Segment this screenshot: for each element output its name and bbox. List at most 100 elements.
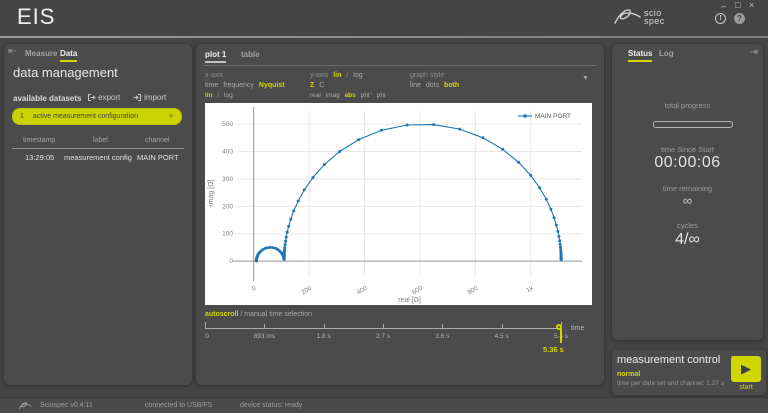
slider-tick <box>383 324 384 329</box>
y-quantity-z[interactable]: Z <box>310 82 314 89</box>
y-component-abs[interactable]: abs <box>345 92 356 99</box>
y-component-phi[interactable]: phi <box>377 92 386 99</box>
measurement-control-panel: measurement control ⋮ normal time per da… <box>612 350 766 395</box>
scale-separator: / <box>217 92 219 99</box>
scale-separator: / <box>346 72 348 79</box>
app-version: Sciospec v0.4.11 <box>40 402 93 409</box>
time-selection-mode: autoscroll / manual time selection <box>205 311 312 318</box>
x-axis-option-time[interactable]: time <box>205 82 218 89</box>
help-icon[interactable]: ? <box>734 13 745 24</box>
sciospec-logo-icon <box>612 5 642 29</box>
measurement-info: time per data set and channel: 1.27 s <box>617 380 724 387</box>
x-axis-option-frequency[interactable]: frequency <box>223 82 254 89</box>
manual-time-selection-toggle[interactable]: manual time selection <box>244 311 312 318</box>
available-datasets-label: available datasets <box>13 94 81 103</box>
close-icon[interactable]: × <box>749 1 754 10</box>
sciospec-logo: scio spec <box>612 5 665 29</box>
graph-style-label: graph style <box>410 72 444 79</box>
x-axis-controls: x-axis time frequency Nyquist lin / log <box>205 72 288 102</box>
export-button[interactable]: export <box>87 93 120 102</box>
x-axis-option-nyquist[interactable]: Nyquist <box>259 82 285 89</box>
app-window: EIS scio spec – □ × ! ? ⇤ Measure Data d… <box>0 0 768 413</box>
time-slider[interactable]: 0893 ms1.8 s2.7 s3.6 s4.5 s5.4 s time 5.… <box>205 320 593 352</box>
graph-style-both[interactable]: both <box>444 82 459 89</box>
svg-text:200: 200 <box>300 285 313 297</box>
slider-time-label: time <box>571 325 584 332</box>
plot-options-dropdown-icon[interactable]: ▼ <box>582 75 589 82</box>
svg-text:800: 800 <box>466 285 479 297</box>
import-button[interactable]: import <box>133 93 166 102</box>
slider-tick <box>442 324 443 329</box>
graph-style-controls: graph style line dots both <box>410 72 462 92</box>
y-component-imag[interactable]: imag <box>326 92 340 99</box>
y-component-phi-deg[interactable]: phi° <box>361 92 372 99</box>
start-button[interactable]: ▶ <box>731 356 761 382</box>
column-header-timestamp: timestamp <box>23 137 55 144</box>
slider-handle[interactable] <box>556 324 562 330</box>
collapse-left-icon[interactable]: ⇤ <box>8 46 16 57</box>
tabs-divider <box>204 65 596 66</box>
tab-plot-1[interactable]: plot 1 <box>205 50 226 63</box>
graph-style-dots[interactable]: dots <box>426 82 439 89</box>
sciospec-logo-text: scio spec <box>644 9 665 25</box>
graph-style-line[interactable]: line <box>410 82 421 89</box>
svg-text:1k: 1k <box>525 284 535 294</box>
total-progress-label: total progress <box>612 101 763 110</box>
x-scale-lin[interactable]: lin <box>205 92 213 99</box>
slider-tick <box>264 324 265 329</box>
measurement-control-title: measurement control <box>617 354 720 366</box>
slider-tick-label: 1.8 s <box>317 333 331 340</box>
time-remaining-value: ∞ <box>612 193 763 208</box>
start-button-label: start <box>731 384 761 391</box>
active-dataset-selector[interactable]: 1 active measurement configuration ▼ <box>12 108 182 125</box>
slider-tick-label: 3.6 s <box>435 333 449 340</box>
status-bar: Sciospec v0.4.11 connected to USB/FS dev… <box>0 397 768 413</box>
y-axis-label: y-axis <box>310 72 328 79</box>
column-header-label: label <box>93 137 108 144</box>
tab-status[interactable]: Status <box>628 49 652 62</box>
import-label: import <box>144 93 166 102</box>
logo-text-spec: spec <box>644 17 665 25</box>
y-scale-log[interactable]: log <box>353 72 362 79</box>
minimize-icon[interactable]: – <box>721 2 726 11</box>
current-time-value: 5.36 s <box>543 345 564 354</box>
plot-panel: plot 1 table x-axis time frequency Nyqui… <box>196 44 604 385</box>
device-status: device status: ready <box>240 402 302 409</box>
data-management-panel: ⇤ Measure Data data management available… <box>4 44 192 385</box>
export-icon <box>87 93 96 102</box>
table-header-divider <box>12 148 184 149</box>
tab-data[interactable]: Data <box>60 49 77 62</box>
app-title: EIS <box>17 4 55 30</box>
connection-status: connected to USB/FS <box>145 402 212 409</box>
y-quantity-c[interactable]: C <box>319 82 324 89</box>
titlebar-divider <box>0 36 768 38</box>
collapse-right-icon[interactable]: ⇥ <box>750 47 758 58</box>
cell-channel: MAIN PORT <box>137 153 179 162</box>
time-since-start-value: 00:00:06 <box>612 154 763 172</box>
nyquist-chart-svg[interactable]: 02004006008001k0100200300400500real [Ω]-… <box>205 103 592 305</box>
tab-measure[interactable]: Measure <box>25 49 57 60</box>
tab-log[interactable]: Log <box>659 49 674 60</box>
slider-tick <box>205 322 206 329</box>
import-icon <box>133 93 142 102</box>
measurement-mode[interactable]: normal <box>617 371 640 378</box>
y-scale-lin[interactable]: lin <box>333 72 341 79</box>
status-panel: Status Log ⇥ total progress time Since S… <box>612 44 763 340</box>
dataset-index: 1 <box>20 113 24 120</box>
nyquist-chart[interactable]: 02004006008001k0100200300400500real [Ω]-… <box>205 103 592 305</box>
time-remaining-label: time remaining <box>612 184 763 193</box>
info-icon[interactable]: ! <box>715 13 726 24</box>
chevron-down-icon[interactable]: ▼ <box>168 114 174 120</box>
y-component-real[interactable]: real <box>310 92 321 99</box>
autoscroll-toggle[interactable]: autoscroll <box>205 311 238 318</box>
svg-text:300: 300 <box>222 176 233 183</box>
page-title: data management <box>13 65 118 80</box>
progress-bar <box>653 121 733 128</box>
x-scale-log[interactable]: log <box>224 92 233 99</box>
maximize-icon[interactable]: □ <box>735 1 740 10</box>
svg-text:0: 0 <box>251 285 258 293</box>
cycles-label: cycles <box>612 221 763 230</box>
tab-table[interactable]: table <box>241 50 260 61</box>
slider-cursor-line <box>560 328 562 343</box>
svg-text:600: 600 <box>411 285 424 297</box>
